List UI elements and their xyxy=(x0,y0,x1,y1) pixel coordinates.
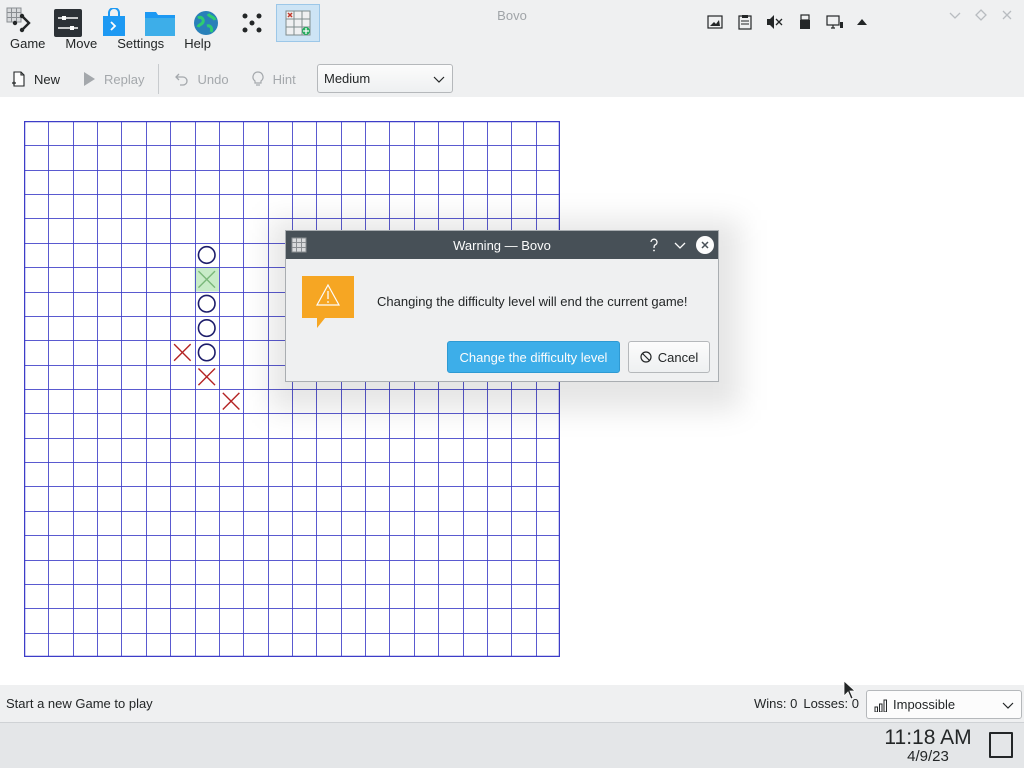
chevron-down-icon xyxy=(674,242,686,249)
o-piece xyxy=(197,294,216,313)
application-launcher[interactable] xyxy=(0,4,44,42)
show-desktop-button[interactable] xyxy=(989,732,1013,758)
undo-button[interactable]: Undo xyxy=(163,64,238,94)
folder-icon xyxy=(145,12,175,36)
screenshot-icon xyxy=(707,15,723,29)
signal-bars-icon xyxy=(874,699,887,712)
dialog-title: Warning — Bovo xyxy=(453,237,551,253)
replay-label: Replay xyxy=(104,71,145,87)
chevron-down-icon xyxy=(949,12,961,19)
taskbar xyxy=(0,722,1024,768)
replay-button[interactable]: Replay xyxy=(70,64,154,94)
diamond-icon xyxy=(975,9,987,21)
dialog-minimize-button[interactable] xyxy=(670,235,690,255)
new-document-icon xyxy=(12,71,25,87)
dialog-titlebar[interactable]: Warning — Bovo xyxy=(286,231,718,259)
new-game-label: New xyxy=(34,71,61,87)
new-game-button[interactable]: New xyxy=(0,64,70,94)
taskbar-dice-game[interactable] xyxy=(230,4,274,42)
chevron-up-icon xyxy=(857,19,867,25)
tray-network[interactable] xyxy=(825,12,845,32)
close-icon xyxy=(701,241,709,249)
player-skill-select[interactable]: Impossible xyxy=(866,690,1022,719)
tray-clipboard[interactable] xyxy=(735,12,755,32)
status-message: Start a new Game to play xyxy=(6,696,153,711)
lightbulb-icon xyxy=(252,71,264,86)
mouse-cursor-icon xyxy=(843,680,857,700)
toolbar-separator xyxy=(158,64,160,94)
network-wired-icon xyxy=(826,15,843,29)
player-skill-value: Impossible xyxy=(893,697,956,712)
tray-screenshot[interactable] xyxy=(705,12,725,32)
usb-drive-icon xyxy=(800,14,810,29)
o-piece xyxy=(197,343,216,362)
close-icon xyxy=(1002,10,1012,20)
bovo-app-icon xyxy=(291,237,307,253)
minimize-button[interactable] xyxy=(946,6,964,24)
o-piece xyxy=(197,319,216,338)
clock-time[interactable]: 11:18 AM xyxy=(880,726,976,750)
maximize-button[interactable] xyxy=(972,6,990,24)
warning-icon xyxy=(302,276,354,328)
taskbar-web-browser[interactable] xyxy=(184,4,228,42)
taskbar-bovo[interactable] xyxy=(276,4,320,42)
window-title: Bovo xyxy=(497,7,527,23)
cancel-button[interactable]: Cancel xyxy=(628,341,710,373)
question-icon xyxy=(650,238,658,252)
volume-muted-icon xyxy=(767,15,783,29)
x-piece xyxy=(197,368,216,386)
tray-expand-button[interactable] xyxy=(852,12,872,32)
hint-label: Hint xyxy=(272,71,296,87)
toolbar: New Replay Undo Hint xyxy=(0,62,1024,96)
undo-icon xyxy=(175,73,189,86)
dialog-close-button[interactable] xyxy=(696,236,714,254)
shopping-bag-icon xyxy=(103,8,125,36)
undo-label: Undo xyxy=(197,71,229,87)
tray-device-notifier[interactable] xyxy=(795,12,815,32)
change-difficulty-button[interactable]: Change the difficulty level xyxy=(447,341,620,373)
dialog-message: Changing the difficulty level will end t… xyxy=(377,294,688,309)
globe-icon xyxy=(194,11,218,35)
play-icon xyxy=(84,72,96,86)
o-piece xyxy=(197,245,216,265)
dice-icon xyxy=(242,13,262,33)
x-piece xyxy=(222,392,240,410)
taskbar-file-manager[interactable] xyxy=(138,4,182,42)
chevron-down-icon xyxy=(1002,702,1014,709)
chevron-down-icon xyxy=(433,76,445,83)
close-window-button[interactable] xyxy=(998,6,1016,24)
wins-count: Wins: 0 xyxy=(754,696,798,711)
clipboard-icon xyxy=(738,15,752,30)
clock-date[interactable]: 4/9/23 xyxy=(880,748,976,765)
cancel-label: Cancel xyxy=(657,349,699,365)
taskbar-system-settings[interactable] xyxy=(46,4,90,42)
dialog-help-button[interactable] xyxy=(644,235,664,255)
difficulty-value: Medium xyxy=(324,71,371,86)
difficulty-select[interactable]: Medium xyxy=(317,64,453,93)
warning-dialog: Warning — Bovo Changing the difficulty l… xyxy=(285,230,719,382)
tray-volume[interactable] xyxy=(765,12,785,32)
cancel-icon xyxy=(640,351,652,363)
launcher-icon xyxy=(12,13,31,33)
settings-sliders-icon xyxy=(54,9,82,37)
hint-button[interactable]: Hint xyxy=(239,64,306,94)
x-piece xyxy=(173,343,192,362)
bovo-app-icon xyxy=(285,10,311,36)
taskbar-discover[interactable] xyxy=(92,4,136,42)
